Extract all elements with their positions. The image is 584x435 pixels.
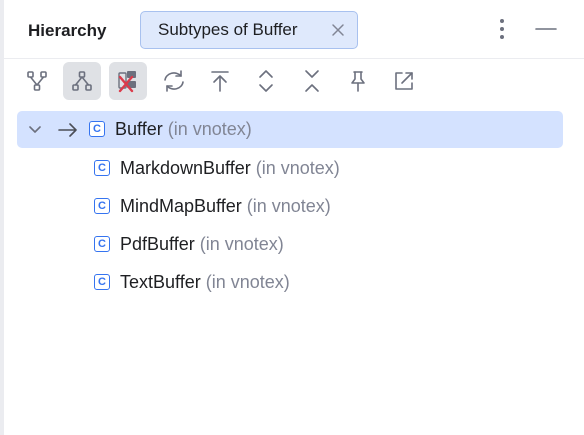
refresh-icon (164, 70, 184, 92)
chevron-down-icon[interactable] (27, 122, 43, 138)
subtypes-hierarchy-icon (72, 71, 92, 91)
package-label: (in vnotex) (167, 119, 252, 139)
minimize-button[interactable] (534, 17, 558, 41)
class-icon: C (94, 198, 110, 214)
minimize-icon (535, 28, 557, 30)
tree-item-text: Buffer (in vnotex) (115, 119, 252, 140)
package-label: (in vnotex) (246, 196, 331, 216)
panel-title: Hierarchy (28, 21, 107, 40)
supertype-hierarchy-button[interactable] (18, 62, 56, 100)
package-label: (in vnotex) (205, 272, 290, 292)
pin-button[interactable] (339, 62, 377, 100)
tree-item-text: TextBuffer (in vnotex) (120, 272, 290, 293)
class-icon: C (94, 236, 110, 252)
tree-root-row[interactable]: C Buffer (in vnotex) (17, 111, 563, 148)
expand-all-button[interactable] (247, 62, 285, 100)
panel-header: Hierarchy Subtypes of Buffer (4, 0, 584, 59)
base-on-this-class-icon (211, 71, 229, 92)
tree-item-row[interactable]: C MindMapBuffer (in vnotex) (17, 188, 563, 225)
class-name: PdfBuffer (120, 234, 195, 254)
tree-item-text: MarkdownBuffer (in vnotex) (120, 158, 340, 179)
more-vertical-icon (500, 19, 504, 39)
class-hierarchy-button[interactable] (109, 62, 147, 100)
close-icon[interactable] (330, 22, 346, 38)
tree-item-row[interactable]: C MarkdownBuffer (in vnotex) (17, 150, 563, 187)
base-on-this-class-button[interactable] (201, 62, 239, 100)
tree-item-text: MindMapBuffer (in vnotex) (120, 196, 331, 217)
arrow-right-icon (58, 123, 77, 137)
subtype-hierarchy-button[interactable] (63, 62, 101, 100)
class-icon: C (89, 121, 105, 137)
open-in-window-icon (395, 72, 413, 90)
class-icon: C (94, 160, 110, 176)
package-label: (in vnotex) (255, 158, 340, 178)
class-icon: C (94, 274, 110, 290)
class-hierarchy-icon (118, 71, 136, 93)
hierarchy-panel: Hierarchy Subtypes of Buffer C Buffer (i… (0, 0, 584, 435)
expand-all-icon (259, 70, 273, 92)
package-label: (in vnotex) (199, 234, 284, 254)
class-name: Buffer (115, 119, 163, 139)
pin-icon (351, 71, 365, 92)
tree-item-text: PdfBuffer (in vnotex) (120, 234, 284, 255)
refresh-button[interactable] (155, 62, 193, 100)
class-name: MarkdownBuffer (120, 158, 251, 178)
supertypes-hierarchy-icon (27, 71, 47, 91)
tab-label: Subtypes of Buffer (158, 20, 298, 39)
open-in-window-button[interactable] (385, 62, 423, 100)
class-name: MindMapBuffer (120, 196, 242, 216)
class-name: TextBuffer (120, 272, 201, 292)
collapse-all-icon (305, 70, 319, 92)
more-options-button[interactable] (490, 17, 514, 41)
tree-item-row[interactable]: C TextBuffer (in vnotex) (17, 264, 563, 301)
collapse-all-button[interactable] (293, 62, 331, 100)
tree-item-row[interactable]: C PdfBuffer (in vnotex) (17, 226, 563, 263)
tab-subtypes-of-buffer[interactable]: Subtypes of Buffer (140, 11, 358, 49)
